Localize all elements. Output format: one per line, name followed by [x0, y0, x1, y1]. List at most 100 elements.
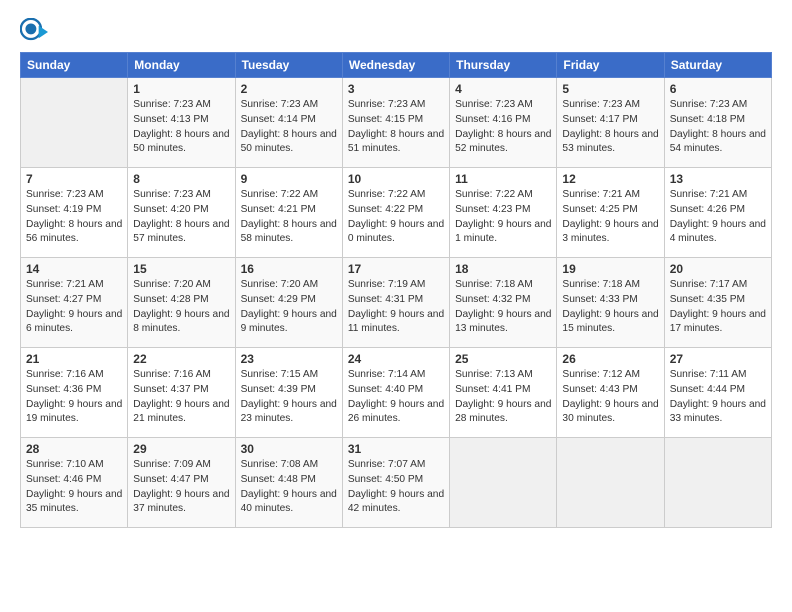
day-detail: Sunrise: 7:17 AMSunset: 4:35 PMDaylight:… — [670, 278, 766, 337]
logo-icon — [20, 18, 48, 46]
day-cell: 31 Sunrise: 7:07 AMSunset: 4:50 PMDayligh… — [342, 438, 449, 528]
day-cell: 3 Sunrise: 7:23 AMSunset: 4:15 PMDaylight… — [342, 78, 449, 168]
week-row-1: 1Sunrise: 7:23 AMSunset: 4:13 PMDaylight… — [21, 78, 772, 168]
day-number: 11 — [455, 172, 551, 186]
day-number: 25 — [455, 352, 551, 366]
day-number: 22 — [133, 352, 229, 366]
day-detail: Sunrise: 7:21 AMSunset: 4:25 PMDaylight:… — [562, 188, 658, 247]
calendar-table: SundayMondayTuesdayWednesdayThursdayFrid… — [20, 52, 772, 528]
day-cell: 27Sunrise: 7:11 AMSunset: 4:44 PMDayligh… — [664, 348, 771, 438]
day-detail: Sunrise: 7:18 AMSunset: 4:33 PMDaylight:… — [562, 278, 658, 337]
day-detail: Sunrise: 7:18 AMSunset: 4:32 PMDaylight:… — [455, 278, 551, 337]
day-detail: Sunrise: 7:21 AMSunset: 4:26 PMDaylight:… — [670, 188, 766, 247]
day-cell: 9 Sunrise: 7:22 AMSunset: 4:21 PMDaylight… — [235, 168, 342, 258]
day-number: 3 — [348, 82, 444, 96]
day-detail: Sunrise: 7:10 AMSunset: 4:46 PMDaylight:… — [26, 458, 122, 517]
day-header-saturday: Saturday — [664, 53, 771, 78]
day-detail: Sunrise: 7:07 AMSunset: 4:50 PMDaylight:… — [348, 458, 444, 517]
day-detail: Sunrise: 7:23 AMSunset: 4:19 PMDaylight:… — [26, 188, 122, 247]
day-cell: 18 Sunrise: 7:18 AMSunset: 4:32 PMDayligh… — [450, 258, 557, 348]
day-cell: 23 Sunrise: 7:15 AMSunset: 4:39 PMDayligh… — [235, 348, 342, 438]
day-cell: 25 Sunrise: 7:13 AMSunset: 4:41 PMDayligh… — [450, 348, 557, 438]
day-cell: 7Sunrise: 7:23 AMSunset: 4:19 PMDaylight… — [21, 168, 128, 258]
day-number: 2 — [241, 82, 337, 96]
day-header-friday: Friday — [557, 53, 664, 78]
day-cell: 10 Sunrise: 7:22 AMSunset: 4:22 PMDayligh… — [342, 168, 449, 258]
day-number: 15 — [133, 262, 229, 276]
day-number: 16 — [241, 262, 337, 276]
day-number: 28 — [26, 442, 122, 456]
day-detail: Sunrise: 7:16 AMSunset: 4:37 PMDaylight:… — [133, 368, 229, 427]
day-cell: 26 Sunrise: 7:12 AMSunset: 4:43 PMDayligh… — [557, 348, 664, 438]
day-cell: 8 Sunrise: 7:23 AMSunset: 4:20 PMDaylight… — [128, 168, 235, 258]
day-detail: Sunrise: 7:22 AMSunset: 4:23 PMDaylight:… — [455, 188, 551, 247]
day-cell: 20 Sunrise: 7:17 AMSunset: 4:35 PMDayligh… — [664, 258, 771, 348]
day-detail: Sunrise: 7:23 AMSunset: 4:15 PMDaylight:… — [348, 98, 444, 157]
day-cell: 12 Sunrise: 7:21 AMSunset: 4:25 PMDayligh… — [557, 168, 664, 258]
day-detail: Sunrise: 7:23 AMSunset: 4:17 PMDaylight:… — [562, 98, 658, 157]
day-number: 18 — [455, 262, 551, 276]
day-detail: Sunrise: 7:23 AMSunset: 4:16 PMDaylight:… — [455, 98, 551, 157]
week-row-4: 21 Sunrise: 7:16 AMSunset: 4:36 PMDayligh… — [21, 348, 772, 438]
day-number: 10 — [348, 172, 444, 186]
day-number: 6 — [670, 82, 766, 96]
day-detail: Sunrise: 7:21 AMSunset: 4:27 PMDaylight:… — [26, 278, 122, 337]
day-detail: Sunrise: 7:15 AMSunset: 4:39 PMDaylight:… — [241, 368, 337, 427]
day-detail: Sunrise: 7:22 AMSunset: 4:21 PMDaylight:… — [241, 188, 337, 247]
day-detail: Sunrise: 7:19 AMSunset: 4:31 PMDaylight:… — [348, 278, 444, 337]
day-detail: Sunrise: 7:12 AMSunset: 4:43 PMDaylight:… — [562, 368, 658, 427]
calendar-page: SundayMondayTuesdayWednesdayThursdayFrid… — [0, 0, 792, 538]
day-detail: Sunrise: 7:16 AMSunset: 4:36 PMDaylight:… — [26, 368, 122, 427]
day-cell — [557, 438, 664, 528]
day-detail: Sunrise: 7:22 AMSunset: 4:22 PMDaylight:… — [348, 188, 444, 247]
day-cell — [450, 438, 557, 528]
day-detail: Sunrise: 7:08 AMSunset: 4:48 PMDaylight:… — [241, 458, 337, 517]
day-detail: Sunrise: 7:20 AMSunset: 4:28 PMDaylight:… — [133, 278, 229, 337]
day-header-tuesday: Tuesday — [235, 53, 342, 78]
week-row-2: 7Sunrise: 7:23 AMSunset: 4:19 PMDaylight… — [21, 168, 772, 258]
day-number: 12 — [562, 172, 658, 186]
day-cell: 6 Sunrise: 7:23 AMSunset: 4:18 PMDaylight… — [664, 78, 771, 168]
day-cell: 28 Sunrise: 7:10 AMSunset: 4:46 PMDayligh… — [21, 438, 128, 528]
day-number: 20 — [670, 262, 766, 276]
day-number: 19 — [562, 262, 658, 276]
day-cell: 21 Sunrise: 7:16 AMSunset: 4:36 PMDayligh… — [21, 348, 128, 438]
day-number: 31 — [348, 442, 444, 456]
day-number: 4 — [455, 82, 551, 96]
day-cell: 4 Sunrise: 7:23 AMSunset: 4:16 PMDaylight… — [450, 78, 557, 168]
day-detail: Sunrise: 7:23 AMSunset: 4:18 PMDaylight:… — [670, 98, 766, 157]
day-cell: 5Sunrise: 7:23 AMSunset: 4:17 PMDaylight… — [557, 78, 664, 168]
day-cell — [664, 438, 771, 528]
day-cell: 11 Sunrise: 7:22 AMSunset: 4:23 PMDayligh… — [450, 168, 557, 258]
day-number: 30 — [241, 442, 337, 456]
week-row-3: 14Sunrise: 7:21 AMSunset: 4:27 PMDayligh… — [21, 258, 772, 348]
day-cell: 16 Sunrise: 7:20 AMSunset: 4:29 PMDayligh… — [235, 258, 342, 348]
day-detail: Sunrise: 7:20 AMSunset: 4:29 PMDaylight:… — [241, 278, 337, 337]
logo — [20, 18, 52, 46]
day-number: 21 — [26, 352, 122, 366]
day-cell: 2 Sunrise: 7:23 AMSunset: 4:14 PMDaylight… — [235, 78, 342, 168]
day-number: 9 — [241, 172, 337, 186]
day-cell: 22 Sunrise: 7:16 AMSunset: 4:37 PMDayligh… — [128, 348, 235, 438]
day-cell: 13 Sunrise: 7:21 AMSunset: 4:26 PMDayligh… — [664, 168, 771, 258]
day-detail: Sunrise: 7:23 AMSunset: 4:14 PMDaylight:… — [241, 98, 337, 157]
day-number: 26 — [562, 352, 658, 366]
day-cell: 30 Sunrise: 7:08 AMSunset: 4:48 PMDayligh… — [235, 438, 342, 528]
day-header-thursday: Thursday — [450, 53, 557, 78]
day-detail: Sunrise: 7:14 AMSunset: 4:40 PMDaylight:… — [348, 368, 444, 427]
day-cell: 14Sunrise: 7:21 AMSunset: 4:27 PMDayligh… — [21, 258, 128, 348]
day-number: 8 — [133, 172, 229, 186]
day-detail: Sunrise: 7:13 AMSunset: 4:41 PMDaylight:… — [455, 368, 551, 427]
day-detail: Sunrise: 7:09 AMSunset: 4:47 PMDaylight:… — [133, 458, 229, 517]
day-number: 23 — [241, 352, 337, 366]
day-header-wednesday: Wednesday — [342, 53, 449, 78]
day-cell — [21, 78, 128, 168]
day-number: 13 — [670, 172, 766, 186]
day-number: 24 — [348, 352, 444, 366]
day-cell: 15 Sunrise: 7:20 AMSunset: 4:28 PMDayligh… — [128, 258, 235, 348]
header-row: SundayMondayTuesdayWednesdayThursdayFrid… — [21, 53, 772, 78]
day-cell: 19 Sunrise: 7:18 AMSunset: 4:33 PMDayligh… — [557, 258, 664, 348]
day-number: 17 — [348, 262, 444, 276]
day-number: 27 — [670, 352, 766, 366]
day-detail: Sunrise: 7:23 AMSunset: 4:20 PMDaylight:… — [133, 188, 229, 247]
